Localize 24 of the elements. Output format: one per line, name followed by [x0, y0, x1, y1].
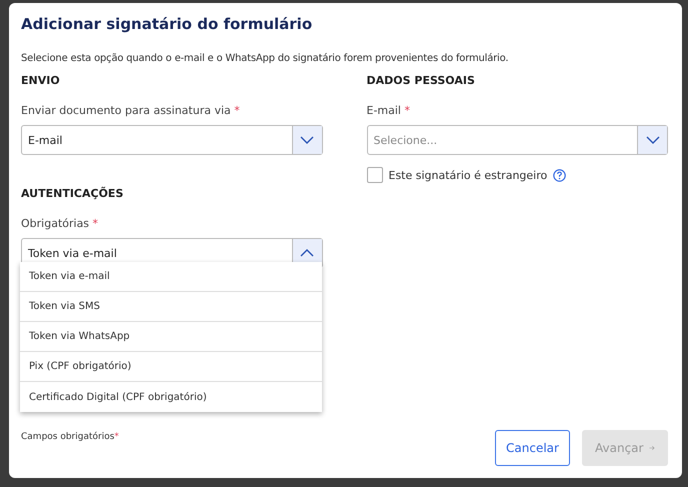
help-icon[interactable]	[553, 168, 566, 182]
chevron-up-icon	[300, 249, 314, 257]
cancel-button[interactable]: Cancelar	[495, 430, 570, 466]
chevron-down-icon	[300, 136, 314, 144]
field-label: Obrigatórias *	[21, 217, 100, 232]
field-label: Enviar documento para assinatura via *	[21, 104, 241, 119]
checkbox[interactable]	[366, 167, 382, 183]
section-heading: DADOS PESSOAIS	[366, 74, 476, 88]
dropdown-option[interactable]: Pix (CPF obrigatório)	[20, 352, 322, 382]
description-text: Selecione esta opção quando o e-mail e o WhatsApp do signatário forem provenientes do formulário.	[21, 53, 510, 64]
dropdown-option[interactable]: Certificado Digital (CPF obrigatório)	[20, 382, 322, 412]
dialog-title: Adicionar signatário do formulário	[21, 15, 314, 33]
section-heading: AUTENTICAÇÕES	[21, 187, 124, 201]
dropdown-option[interactable]: Token via WhatsApp	[20, 322, 322, 352]
section-heading: ENVIO	[21, 74, 61, 88]
required-fields-note: Campos obrigatórios*	[21, 432, 119, 442]
chevron-down-icon	[646, 136, 660, 144]
checkbox-label: Este signatário é estrangeiro	[388, 168, 548, 182]
dropdown-option[interactable]: Token via SMS	[20, 292, 322, 322]
dropdown-option[interactable]: Token via e-mail	[20, 262, 322, 292]
arrow-right-icon	[649, 443, 655, 453]
select-field[interactable]: E-mail	[21, 125, 322, 155]
field-label: E-mail *	[366, 104, 411, 119]
select-field[interactable]: Selecione...	[366, 125, 668, 155]
